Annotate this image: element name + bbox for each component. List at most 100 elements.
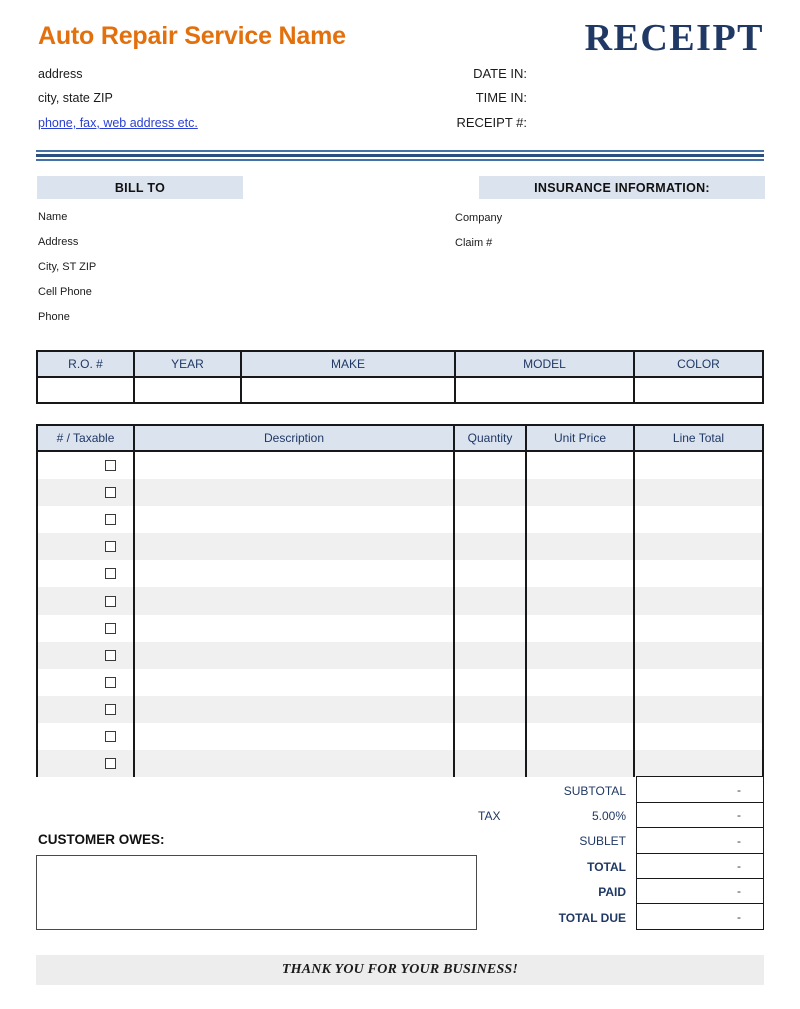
items-cell-line-total[interactable] — [635, 506, 762, 533]
table-row — [38, 452, 762, 480]
taxable-checkbox[interactable] — [105, 568, 116, 580]
table-row — [38, 695, 762, 723]
items-cell-line-total[interactable] — [635, 696, 762, 723]
items-cell-unit-price[interactable] — [527, 479, 635, 507]
vehicle-cell-model[interactable] — [456, 378, 635, 402]
items-cell-unit-price[interactable] — [527, 750, 635, 778]
items-cell-quantity[interactable] — [455, 614, 527, 642]
footer-message: THANK YOU FOR YOUR BUSINESS! — [281, 962, 519, 977]
totals-value-paid[interactable]: - — [636, 877, 764, 905]
header-divider-bottom — [36, 159, 764, 161]
items-cell-quantity[interactable] — [455, 452, 527, 480]
totals-value-total[interactable]: - — [636, 852, 764, 880]
vehicle-cell-ro-number[interactable] — [38, 378, 135, 402]
taxable-checkbox[interactable] — [105, 595, 116, 607]
taxable-checkbox[interactable] — [105, 676, 116, 688]
items-cell-description[interactable] — [135, 614, 455, 642]
items-cell-line-total[interactable] — [635, 452, 762, 479]
vehicle-cell-make[interactable] — [242, 378, 456, 402]
items-cell-line-total[interactable] — [635, 560, 762, 587]
line-items-header-row: # / Taxable Description Quantity Unit Pr… — [38, 426, 762, 452]
totals-value-subtotal[interactable]: - — [636, 776, 764, 804]
taxable-checkbox[interactable] — [105, 730, 116, 742]
totals-row-subtotal: SUBTOTAL - — [470, 776, 764, 804]
receipt-number-label: RECEIPT #: — [456, 115, 527, 130]
items-cell-unit-price[interactable] — [527, 722, 635, 751]
items-cell-unit-price[interactable] — [527, 560, 635, 588]
totals-label-total-due: TOTAL DUE — [558, 910, 626, 925]
items-cell-quantity[interactable] — [455, 750, 527, 778]
items-cell-taxable — [38, 452, 135, 480]
taxable-checkbox[interactable] — [105, 622, 116, 634]
bill-to-field-name: Name — [38, 211, 68, 223]
items-cell-quantity[interactable] — [455, 479, 527, 507]
insurance-field-company: Company — [455, 212, 503, 224]
items-cell-description[interactable] — [135, 506, 455, 534]
items-cell-line-total[interactable] — [635, 750, 762, 777]
totals-spacer-3 — [470, 854, 526, 879]
items-cell-taxable — [38, 560, 135, 588]
items-cell-description[interactable] — [135, 560, 455, 588]
items-cell-unit-price[interactable] — [527, 452, 635, 480]
items-cell-line-total[interactable] — [635, 533, 762, 560]
items-cell-taxable — [38, 614, 135, 642]
totals-label-tax-rate[interactable]: 5.00% — [526, 803, 636, 828]
totals-value-sublet[interactable]: - — [636, 827, 764, 855]
items-cell-quantity[interactable] — [455, 506, 527, 534]
totals-label-paid: PAID — [598, 885, 626, 900]
items-cell-unit-price[interactable] — [527, 587, 635, 615]
company-contact-link[interactable]: phone, fax, web address etc. — [38, 116, 198, 130]
taxable-checkbox[interactable] — [105, 460, 116, 472]
items-cell-line-total[interactable] — [635, 587, 762, 614]
vehicle-cell-year[interactable] — [135, 378, 242, 402]
items-cell-quantity[interactable] — [455, 722, 527, 751]
items-cell-taxable — [38, 695, 135, 723]
items-cell-quantity[interactable] — [455, 587, 527, 615]
totals-spacer-4 — [470, 880, 526, 905]
taxable-checkbox[interactable] — [105, 703, 116, 715]
totals-value-total-due[interactable]: - — [636, 903, 764, 931]
items-cell-line-total[interactable] — [635, 479, 762, 506]
taxable-checkbox[interactable] — [105, 541, 116, 553]
items-cell-unit-price[interactable] — [527, 614, 635, 642]
items-cell-unit-price[interactable] — [527, 641, 635, 669]
items-cell-line-total[interactable] — [635, 723, 762, 750]
items-cell-line-total[interactable] — [635, 615, 762, 642]
items-cell-quantity[interactable] — [455, 560, 527, 588]
totals-row-total: TOTAL - — [470, 852, 764, 880]
receipt-page: Auto Repair Service Name address city, s… — [0, 0, 800, 1009]
items-cell-description[interactable] — [135, 668, 455, 696]
items-cell-unit-price[interactable] — [527, 695, 635, 723]
vehicle-col-make: MAKE — [242, 352, 456, 376]
vehicle-cell-color[interactable] — [635, 378, 762, 402]
vehicle-col-ro-number: R.O. # — [38, 352, 135, 376]
taxable-checkbox[interactable] — [105, 487, 116, 499]
customer-owes-box[interactable] — [36, 855, 477, 930]
items-cell-description[interactable] — [135, 479, 455, 507]
items-cell-line-total[interactable] — [635, 642, 762, 669]
insurance-field-claim-number: Claim # — [455, 237, 493, 249]
items-cell-description[interactable] — [135, 695, 455, 723]
items-cell-quantity[interactable] — [455, 641, 527, 669]
bill-to-field-address: Address — [38, 236, 79, 248]
items-cell-quantity[interactable] — [455, 695, 527, 723]
totals-label-sublet: SUBLET — [579, 834, 626, 849]
items-cell-unit-price[interactable] — [527, 668, 635, 696]
items-col-quantity: Quantity — [455, 426, 527, 450]
items-cell-description[interactable] — [135, 641, 455, 669]
taxable-checkbox[interactable] — [105, 758, 116, 770]
items-cell-quantity[interactable] — [455, 668, 527, 696]
items-cell-description[interactable] — [135, 533, 455, 561]
items-cell-description[interactable] — [135, 452, 455, 480]
items-cell-unit-price[interactable] — [527, 506, 635, 534]
taxable-checkbox[interactable] — [105, 649, 116, 661]
items-cell-line-total[interactable] — [635, 669, 762, 696]
totals-spacer-5 — [470, 905, 526, 930]
taxable-checkbox[interactable] — [105, 514, 116, 526]
items-cell-unit-price[interactable] — [527, 533, 635, 561]
items-cell-description[interactable] — [135, 587, 455, 615]
totals-value-tax[interactable]: - — [636, 801, 764, 829]
items-cell-quantity[interactable] — [455, 533, 527, 561]
items-cell-description[interactable] — [135, 722, 455, 751]
items-cell-description[interactable] — [135, 750, 455, 778]
